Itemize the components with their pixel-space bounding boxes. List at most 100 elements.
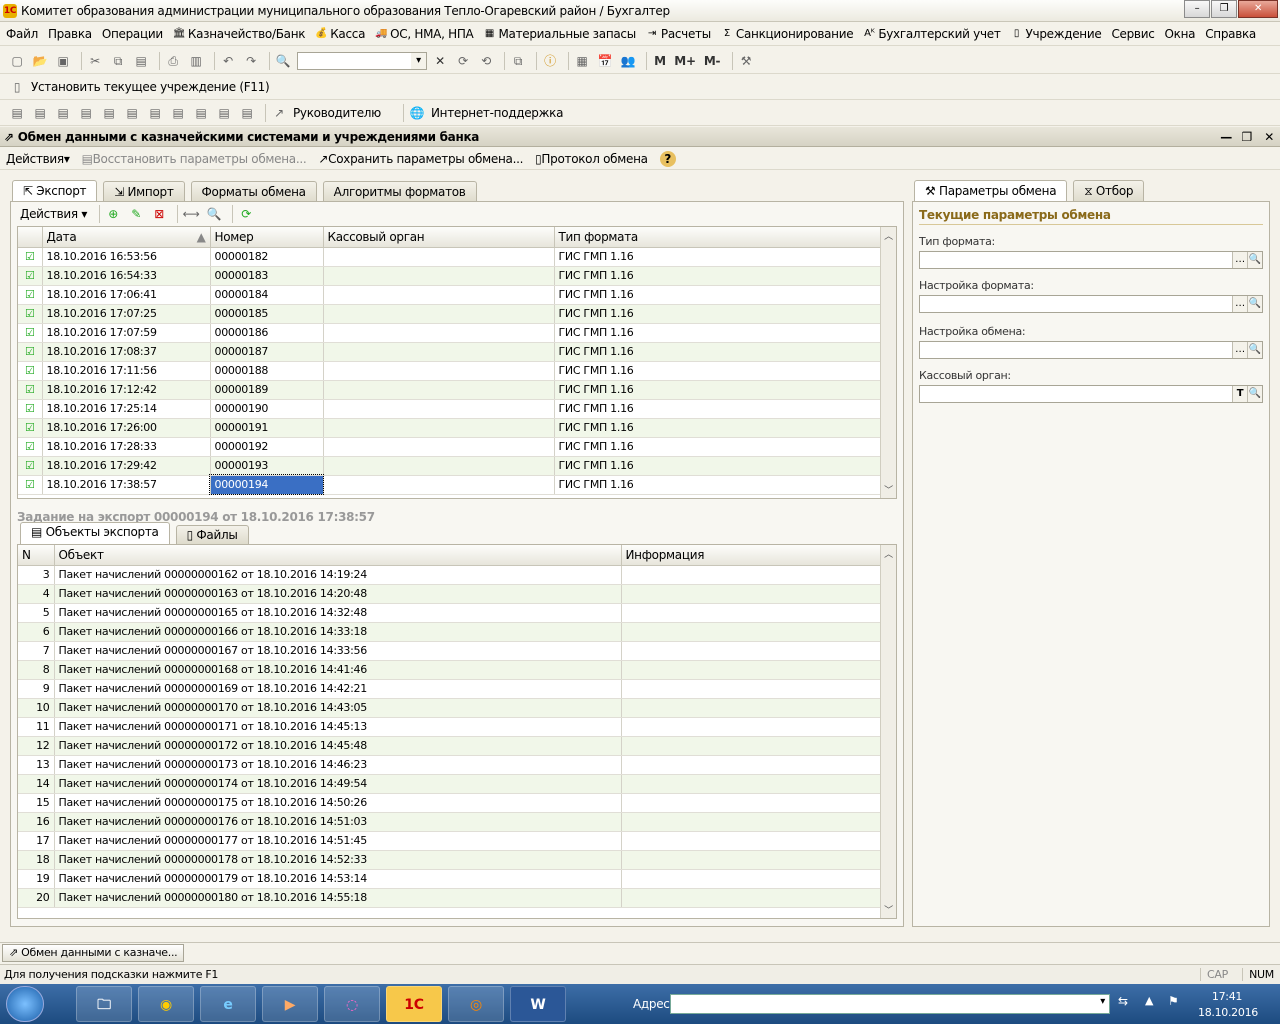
row-object[interactable]: Пакет начислений 00000000168 от 18.10.20…: [54, 660, 622, 680]
table-cell[interactable]: ГИС ГМП 1.16: [554, 437, 882, 457]
table-cell[interactable]: ГИС ГМП 1.16: [554, 266, 882, 286]
list-item[interactable]: 6 Пакет начислений 00000000166 от 18.10.2…: [18, 622, 882, 642]
restore-button[interactable]: ❐: [1211, 0, 1237, 18]
table-cell[interactable]: 00000191: [210, 418, 324, 438]
list-item[interactable]: 11 Пакет начислений 00000000171 от 18.10.…: [18, 717, 882, 737]
report11-icon[interactable]: ▤: [238, 104, 256, 122]
table-cell[interactable]: 18.10.2016 17:38:57: [42, 475, 211, 495]
table-cell[interactable]: [323, 399, 555, 419]
1c-taskbar-icon[interactable]: 1C: [386, 986, 442, 1022]
table-cell[interactable]: [323, 475, 555, 495]
table-cell[interactable]: ГИС ГМП 1.16: [554, 342, 882, 362]
lookup-icon[interactable]: 🔍: [1247, 342, 1262, 358]
table-cell[interactable]: 18.10.2016 17:07:25: [42, 304, 211, 324]
firefox-taskbar-icon[interactable]: ◎: [448, 986, 504, 1022]
minimize-button[interactable]: –: [1184, 0, 1210, 18]
row-object[interactable]: Пакет начислений 00000000166 от 18.10.20…: [54, 622, 622, 642]
menu-materials[interactable]: ▦ Материальные запасы: [483, 27, 636, 41]
list-item[interactable]: 7 Пакет начислений 00000000167 от 18.10.2…: [18, 641, 882, 661]
row-object[interactable]: Пакет начислений 00000000180 от 18.10.20…: [54, 888, 622, 908]
list-item[interactable]: 3 Пакет начислений 00000000162 от 18.10.2…: [18, 565, 882, 585]
export-grid-scrollbar[interactable]: ︿ ﹀: [880, 227, 896, 498]
table-row[interactable]: ☑ 18.10.2016 17:08:37 00000187 ГИС ГМП 1.16: [18, 342, 882, 362]
window-tab-exchange[interactable]: ⇗ Обмен данными с казначе...: [2, 944, 185, 962]
table-cell[interactable]: 00000183: [210, 266, 324, 286]
clock-date[interactable]: 18.10.2016: [1198, 1006, 1258, 1019]
open-icon[interactable]: 📂: [31, 52, 49, 70]
col-object[interactable]: Объект: [54, 545, 622, 566]
exchange-setting-field[interactable]: … 🔍: [919, 341, 1263, 359]
table-cell[interactable]: ГИС ГМП 1.16: [554, 285, 882, 305]
table-row[interactable]: ☑ 18.10.2016 17:11:56 00000188 ГИС ГМП 1.16: [18, 361, 882, 381]
find-prev-icon[interactable]: ⟲: [477, 52, 495, 70]
row-info[interactable]: [621, 869, 882, 889]
doc-close-icon[interactable]: ✕: [1264, 130, 1274, 144]
table-cell[interactable]: 18.10.2016 17:06:41: [42, 285, 211, 305]
table-cell[interactable]: 18.10.2016 17:08:37: [42, 342, 211, 362]
table-cell[interactable]: 00000185: [210, 304, 324, 324]
row-info[interactable]: [621, 831, 882, 851]
table-cell[interactable]: 18.10.2016 17:28:33: [42, 437, 211, 457]
row-object[interactable]: Пакет начислений 00000000178 от 18.10.20…: [54, 850, 622, 870]
table-cell[interactable]: 18.10.2016 17:26:00: [42, 418, 211, 438]
report1-icon[interactable]: ▤: [8, 104, 26, 122]
table-cell[interactable]: 00000184: [210, 285, 324, 305]
row-object[interactable]: Пакет начислений 00000000171 от 18.10.20…: [54, 717, 622, 737]
row-info[interactable]: [621, 888, 882, 908]
row-object[interactable]: Пакет начислений 00000000172 от 18.10.20…: [54, 736, 622, 756]
set-institution-button[interactable]: Установить текущее учреждение (F11): [31, 80, 270, 94]
row-object[interactable]: Пакет начислений 00000000162 от 18.10.20…: [54, 565, 622, 585]
table-cell[interactable]: [323, 456, 555, 476]
table-cell[interactable]: [323, 247, 555, 267]
new-icon[interactable]: ▢: [8, 52, 26, 70]
row-info[interactable]: [621, 603, 882, 623]
table-cell[interactable]: [323, 437, 555, 457]
table-cell[interactable]: 00000188: [210, 361, 324, 381]
cut-icon[interactable]: ✂: [86, 52, 104, 70]
range-icon[interactable]: ⟷: [182, 205, 200, 223]
cash-authority-field[interactable]: T 🔍: [919, 385, 1263, 403]
tab-export[interactable]: ⇱ Экспорт: [12, 180, 98, 202]
table-cell[interactable]: ГИС ГМП 1.16: [554, 418, 882, 438]
table-cell[interactable]: [323, 361, 555, 381]
windows-icon[interactable]: ⧉: [509, 52, 527, 70]
explorer-taskbar-icon[interactable]: 🗀: [76, 986, 132, 1022]
table-cell[interactable]: [323, 266, 555, 286]
col-format-type[interactable]: Тип формата: [554, 227, 882, 248]
select-icon[interactable]: …: [1232, 252, 1247, 268]
row-info[interactable]: [621, 793, 882, 813]
table-cell[interactable]: 00000187: [210, 342, 324, 362]
menu-edit[interactable]: Правка: [48, 27, 92, 41]
row-info[interactable]: [621, 584, 882, 604]
grid-actions-menu[interactable]: Действия ▾: [20, 207, 87, 221]
menu-treasury-bank[interactable]: 🏛 Казначейство/Банк: [173, 27, 306, 41]
preview-icon[interactable]: ▥: [187, 52, 205, 70]
objects-grid-scrollbar[interactable]: ︿ ﹀: [880, 545, 896, 918]
info-icon[interactable]: ⓘ: [541, 52, 559, 70]
doc-restore-icon[interactable]: ❐: [1242, 130, 1253, 144]
clock-time[interactable]: 17:41: [1210, 990, 1244, 1003]
restore-params-button[interactable]: ▤ Восстановить параметры обмена...: [82, 152, 307, 166]
lookup-icon[interactable]: 🔍: [1247, 386, 1262, 402]
table-cell[interactable]: ГИС ГМП 1.16: [554, 247, 882, 267]
report7-icon[interactable]: ▤: [146, 104, 164, 122]
network-icon[interactable]: ⚑: [1168, 994, 1179, 1008]
list-item[interactable]: 13 Пакет начислений 00000000173 от 18.10.…: [18, 755, 882, 775]
table-cell[interactable]: 18.10.2016 17:12:42: [42, 380, 211, 400]
tab-files[interactable]: ▯ Файлы: [175, 525, 249, 544]
menu-settlements[interactable]: ⇥ Расчеты: [646, 27, 711, 41]
calculator-icon[interactable]: ▦: [573, 52, 591, 70]
report9-icon[interactable]: ▤: [192, 104, 210, 122]
close-button[interactable]: ✕: [1238, 0, 1278, 18]
table-row[interactable]: ☑ 18.10.2016 17:29:42 00000193 ГИС ГМП 1.16: [18, 456, 882, 476]
tab-exchange-params[interactable]: ⚒ Параметры обмена: [914, 180, 1068, 202]
tab-import[interactable]: ⇲ Импорт: [103, 181, 185, 202]
row-info[interactable]: [621, 641, 882, 661]
table-cell[interactable]: ГИС ГМП 1.16: [554, 456, 882, 476]
address-input[interactable]: ▾: [670, 994, 1110, 1014]
menu-accounting[interactable]: Aᴷ Бухгалтерский учет: [863, 27, 1001, 41]
save-icon[interactable]: ▣: [54, 52, 72, 70]
table-cell[interactable]: [323, 304, 555, 324]
table-cell[interactable]: [323, 342, 555, 362]
report10-icon[interactable]: ▤: [215, 104, 233, 122]
